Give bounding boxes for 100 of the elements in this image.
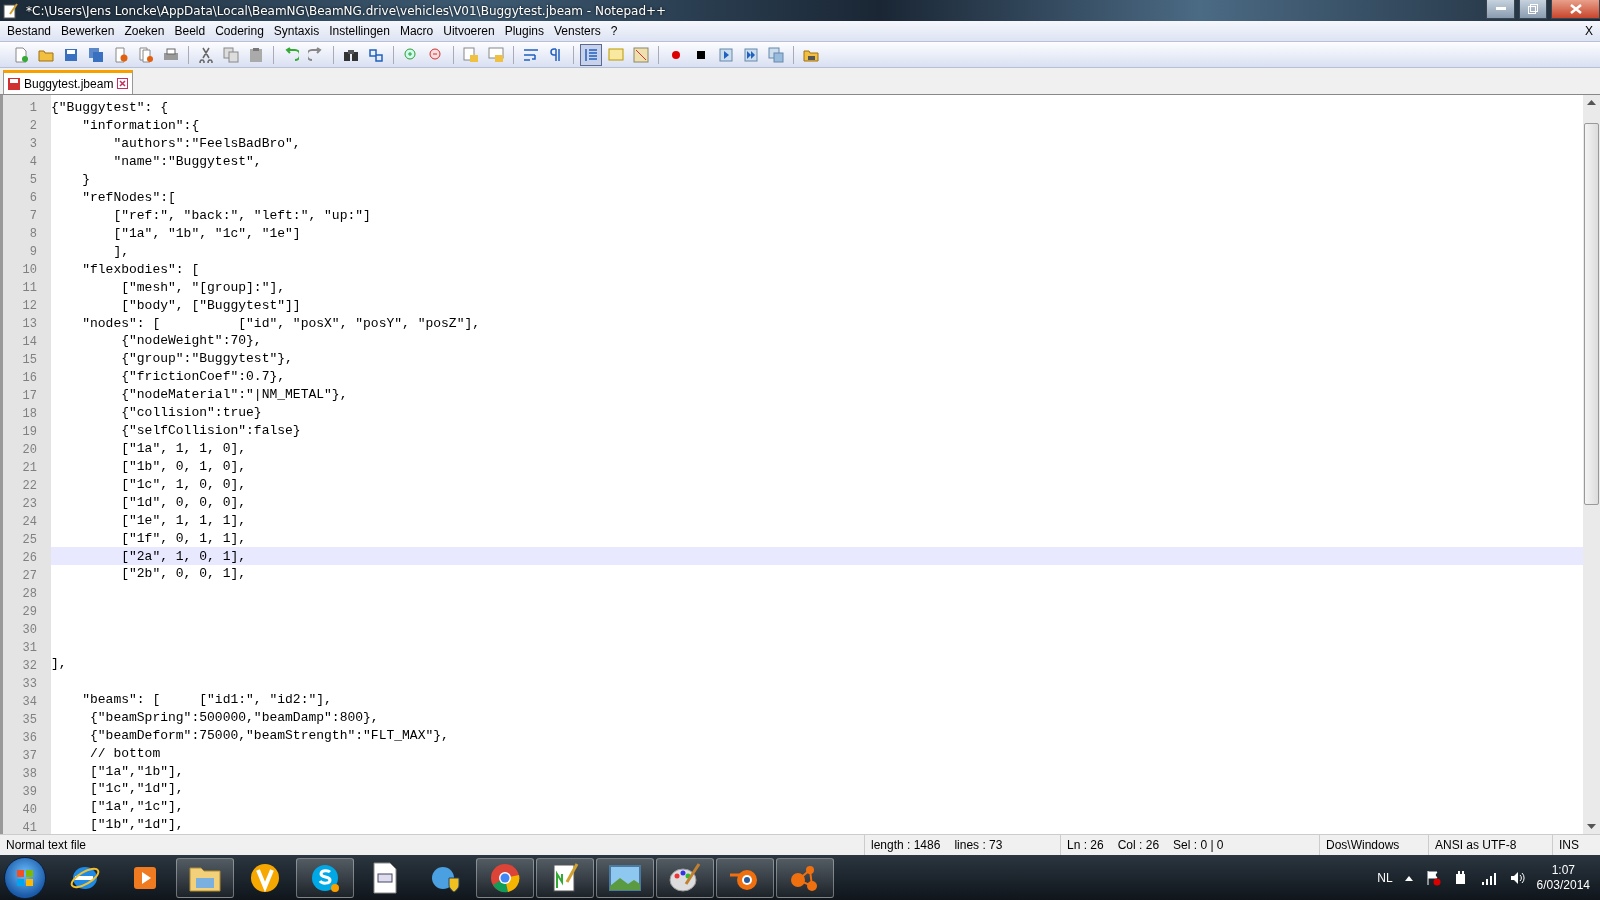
start-button[interactable] xyxy=(4,856,46,899)
taskbar-button[interactable] xyxy=(596,857,654,898)
line-number: 3 xyxy=(28,136,38,153)
taskbar-button[interactable] xyxy=(656,857,714,898)
line-number: 31 xyxy=(21,640,38,657)
taskbar-button[interactable] xyxy=(296,857,354,898)
line-ending-text: Dos\Windows xyxy=(1326,838,1400,852)
line-number: 35 xyxy=(21,712,38,729)
line-number: 7 xyxy=(28,208,38,225)
encoding-text: ANSI as UTF-8 xyxy=(1435,838,1517,852)
line-number: 19 xyxy=(21,424,38,441)
undo-icon xyxy=(283,46,299,63)
notepad-icon xyxy=(2,2,18,19)
clock-date[interactable]: 6/03/2014 xyxy=(1536,877,1590,893)
close-document-button[interactable]: X xyxy=(1580,24,1598,38)
minimize-button[interactable] xyxy=(1486,0,1515,19)
line-number: 16 xyxy=(21,370,38,387)
code-line: ["1f", 0, 1, 1], xyxy=(120,530,247,546)
line-number: 36 xyxy=(21,730,38,747)
menu-item[interactable]: Zoeken xyxy=(119,24,170,38)
line-number: 1 xyxy=(28,100,38,117)
line-number: 12 xyxy=(21,298,38,315)
menu-item[interactable]: ? xyxy=(605,24,623,38)
menu-item[interactable]: Uitvoeren xyxy=(438,24,500,38)
menu-item[interactable]: Macro xyxy=(394,24,439,38)
menu-item[interactable]: Instellingen xyxy=(324,24,395,38)
line-number: 32 xyxy=(21,658,38,675)
line-number: 23 xyxy=(21,496,38,513)
line-number: 8 xyxy=(28,226,38,243)
file-type-text: Normal text file xyxy=(6,838,87,852)
line-number: 33 xyxy=(21,676,38,693)
language-indicator[interactable]: NL xyxy=(1377,870,1393,885)
zoom-out-icon xyxy=(428,46,444,63)
menu-item[interactable]: Bewerken xyxy=(56,24,120,38)
minimize-icon xyxy=(1495,7,1506,11)
line-number: 22 xyxy=(21,478,38,495)
menu-item[interactable]: Beeld xyxy=(169,24,211,38)
vertical-scrollbar[interactable] xyxy=(1583,95,1600,834)
restore-icon xyxy=(1528,4,1538,14)
line-number: 37 xyxy=(21,748,38,765)
flag-icon xyxy=(1424,869,1441,886)
new-file-icon xyxy=(13,46,29,63)
code-line: ["mesh", "[group]:"], xyxy=(120,279,286,295)
menu-item[interactable]: Bestand xyxy=(2,24,57,38)
line-number: 30 xyxy=(21,622,38,639)
taskbar-button[interactable] xyxy=(476,857,534,898)
code-line: {"group":"Buggytest"}, xyxy=(120,351,293,367)
code-line: {"Buggytest": { xyxy=(51,100,169,116)
menu-item[interactable]: Vensters xyxy=(549,24,606,38)
code-line: ["1a", 1, 1, 0], xyxy=(120,440,247,456)
taskbar-button[interactable] xyxy=(716,857,774,898)
close-button[interactable] xyxy=(1551,0,1600,19)
close-icon xyxy=(117,78,129,89)
cut-icon xyxy=(198,46,214,63)
code-line: {"beamSpring":500000,"beamDamp":800}, xyxy=(89,709,379,725)
code-line: {"nodeMaterial":"|NM_METAL"}, xyxy=(120,387,348,403)
restore-button[interactable] xyxy=(1519,0,1547,19)
selection-text: Sel : 0 | 0 xyxy=(1173,838,1224,852)
line-number: 13 xyxy=(21,316,38,333)
v-letter-icon xyxy=(249,861,281,894)
menu-item[interactable]: Codering xyxy=(210,24,269,38)
floppy-icon xyxy=(8,77,20,90)
line-number: 10 xyxy=(21,262,38,279)
code-line: "authors":"FeelsBadBro", xyxy=(112,136,301,152)
menu-item[interactable]: Plugins xyxy=(499,24,549,38)
menu-item[interactable]: Syntaxis xyxy=(268,24,325,38)
indent-guide-icon xyxy=(583,46,599,63)
document-icon xyxy=(371,861,399,894)
code-line: "beams": [ ["id1:", "id2:"], xyxy=(81,691,332,707)
line-number: 29 xyxy=(21,604,38,621)
code-line: "nodes": [ ["id", "posX", "posY", "posZ"], xyxy=(81,315,481,331)
code-line: ["1c","1d"], xyxy=(89,781,184,797)
save-icon xyxy=(63,46,79,63)
clock-time[interactable]: 1:07 xyxy=(1551,862,1575,878)
code-line: ["2a", 1, 0, 1], xyxy=(120,548,247,564)
save-macro-icon xyxy=(768,46,784,63)
fast-forward-icon xyxy=(743,46,759,63)
code-line: {"collision":true} xyxy=(120,405,262,421)
code-line: ["body", ["Buggytest"]] xyxy=(120,297,301,313)
zoom-in-icon xyxy=(403,46,419,63)
paste-icon xyxy=(248,46,264,63)
code-line: ["1a","1c"], xyxy=(89,799,184,815)
line-number: 26 xyxy=(21,550,38,567)
line-number: 25 xyxy=(21,532,38,549)
taskbar-button[interactable] xyxy=(176,857,234,898)
windows-logo-icon xyxy=(16,868,34,887)
line-number: 15 xyxy=(21,352,38,369)
code-line: ["2b", 0, 0, 1], xyxy=(120,566,247,582)
line-number: 34 xyxy=(21,694,38,711)
column-position-text: Col : 26 xyxy=(1117,838,1160,852)
code-line: ["ref:", "back:", "left:", "up:"] xyxy=(112,208,371,223)
line-number: 6 xyxy=(28,190,38,207)
file-tab[interactable]: Buggytest.jbeam xyxy=(3,70,134,94)
down-arrow-icon xyxy=(1587,824,1596,830)
code-line: ["1d", 0, 0, 0], xyxy=(120,494,247,510)
line-number: 38 xyxy=(21,766,38,783)
code-line: ["1a","1b"], xyxy=(89,763,184,779)
line-number: 17 xyxy=(21,388,38,405)
play-icon xyxy=(718,46,734,63)
taskbar-button[interactable] xyxy=(536,857,594,898)
